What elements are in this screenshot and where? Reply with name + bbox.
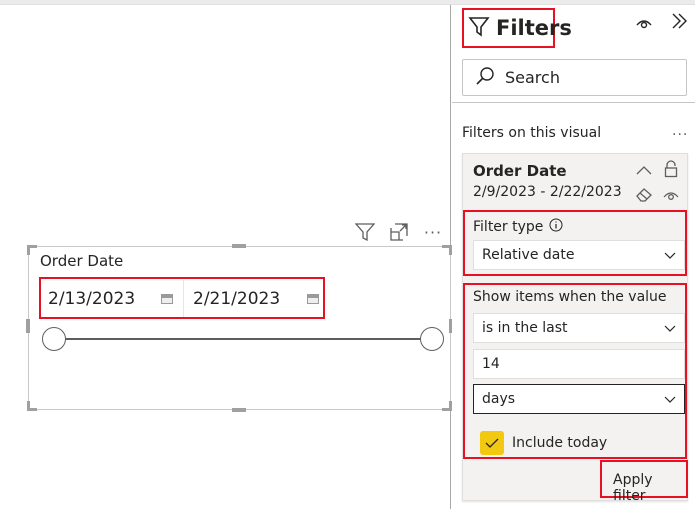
checkmark-icon: [485, 438, 499, 448]
filter-type-value: Relative date: [482, 247, 575, 263]
chevron-down-icon: [664, 325, 676, 332]
search-placeholder: Search: [505, 68, 560, 87]
amount-input[interactable]: 14: [473, 349, 685, 379]
filters-header: Filters: [462, 8, 572, 48]
resize-handle[interactable]: [26, 319, 30, 333]
eye-icon[interactable]: [635, 15, 653, 34]
chevron-down-icon: [664, 396, 676, 403]
operator-dropdown[interactable]: is in the last: [473, 313, 685, 343]
eraser-icon[interactable]: [635, 186, 653, 204]
more-options-icon[interactable]: ...: [672, 123, 688, 139]
filter-type-label-row: Filter type: [473, 218, 563, 236]
filter-field-name: Order Date: [473, 162, 567, 180]
chevron-down-icon: [664, 252, 676, 259]
resize-handle[interactable]: [232, 408, 246, 412]
divider: [452, 102, 695, 103]
resize-handle[interactable]: [27, 245, 37, 255]
search-icon: [475, 66, 495, 90]
highlight-box: [39, 277, 325, 319]
filter-type-dropdown[interactable]: Relative date: [473, 240, 685, 270]
amount-value: 14: [482, 356, 500, 372]
filter-icon[interactable]: [355, 222, 375, 242]
include-today-checkbox[interactable]: [480, 431, 504, 455]
date-slicer[interactable]: Order Date 2/13/2023 2/21/2023: [26, 244, 453, 412]
visual-header: ···: [355, 222, 443, 242]
filter-type-label: Filter type: [473, 219, 544, 235]
info-icon[interactable]: [549, 218, 563, 236]
chevron-up-icon[interactable]: [635, 161, 653, 179]
lock-icon[interactable]: [662, 160, 680, 178]
operator-value: is in the last: [482, 320, 568, 336]
resize-handle[interactable]: [442, 401, 452, 411]
slider-end-handle[interactable]: [420, 327, 444, 351]
collapse-pane-icon[interactable]: [670, 11, 688, 35]
filter-summary: 2/9/2023 - 2/22/2023: [473, 184, 622, 200]
unit-value: days: [482, 391, 516, 407]
focus-mode-icon[interactable]: [389, 222, 409, 242]
filters-title: Filters: [496, 16, 572, 40]
slider-track[interactable]: [54, 338, 434, 340]
unit-dropdown[interactable]: days: [473, 384, 685, 414]
show-items-label: Show items when the value: [473, 289, 667, 305]
filter-card: Order Date 2/9/2023 - 2/22/2023 Filter t…: [462, 153, 688, 504]
resize-handle[interactable]: [442, 245, 452, 255]
eye-icon[interactable]: [662, 186, 680, 204]
include-today-label: Include today: [512, 435, 608, 451]
resize-handle[interactable]: [27, 401, 37, 411]
section-label: Filters on this visual: [462, 125, 602, 141]
slider-start-handle[interactable]: [42, 327, 66, 351]
slicer-title: Order Date: [40, 252, 124, 270]
filters-pane: Filters Search Filters on this visual ..…: [452, 5, 695, 509]
search-input[interactable]: Search: [462, 59, 687, 96]
filter-icon: [468, 15, 490, 41]
resize-handle[interactable]: [232, 244, 246, 248]
more-options-icon[interactable]: ···: [423, 222, 443, 242]
apply-filter-button[interactable]: Apply filter: [613, 472, 687, 504]
